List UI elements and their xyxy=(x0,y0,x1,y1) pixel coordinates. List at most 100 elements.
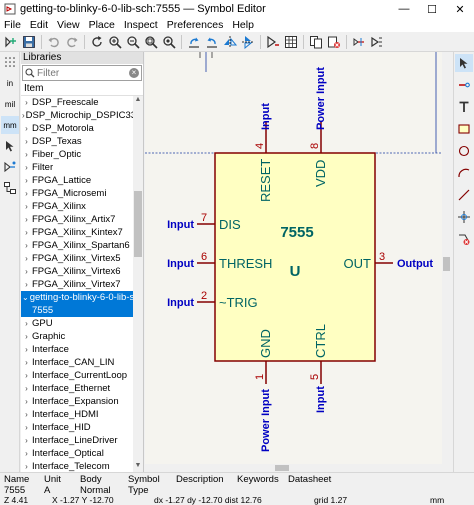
chevron-right-icon[interactable]: › xyxy=(22,330,31,343)
chevron-right-icon[interactable]: › xyxy=(22,109,25,122)
mirror-horizontal-button[interactable] xyxy=(221,33,239,51)
library-tree-item[interactable]: › Interface_CurrentLoop xyxy=(21,369,133,382)
library-tree-item[interactable]: › FPGA_Xilinx_Virtex7 xyxy=(21,278,133,291)
chevron-right-icon[interactable]: › xyxy=(22,148,31,161)
chevron-right-icon[interactable]: › xyxy=(22,161,31,174)
filter-input[interactable] xyxy=(37,67,125,79)
zoom-out-button[interactable] xyxy=(124,33,142,51)
chevron-right-icon[interactable]: › xyxy=(22,265,31,278)
zoom-in-button[interactable] xyxy=(106,33,124,51)
scrollbar-thumb[interactable] xyxy=(134,191,142,257)
zoom-selection-button[interactable] xyxy=(160,33,178,51)
library-tree-item[interactable]: › DSP_Freescale xyxy=(21,96,133,109)
add-text-button[interactable] xyxy=(455,98,473,116)
add-pin-button[interactable] xyxy=(455,76,473,94)
library-tree-item[interactable]: › FPGA_Xilinx_Spartan6 xyxy=(21,239,133,252)
add-arc-button[interactable] xyxy=(455,164,473,182)
library-tree-item[interactable]: › FPGA_Xilinx_Virtex5 xyxy=(21,252,133,265)
library-tree-item[interactable]: › FPGA_Xilinx_Artix7 xyxy=(21,213,133,226)
close-button[interactable]: ✕ xyxy=(446,0,474,18)
menu-edit[interactable]: Edit xyxy=(26,18,53,32)
chevron-right-icon[interactable]: › xyxy=(22,278,31,291)
library-tree-item[interactable]: › Interface_HDMI xyxy=(21,408,133,421)
menu-place[interactable]: Place xyxy=(85,18,120,32)
delete-tool-button[interactable] xyxy=(455,230,473,248)
save-button[interactable] xyxy=(20,33,38,51)
library-tree-item[interactable]: › Interface_Telecom xyxy=(21,460,133,472)
library-tree-item[interactable]: › DSP_Microchip_DSPIC33 xyxy=(21,109,133,122)
full-crosshair-button[interactable] xyxy=(1,137,19,155)
symbol-value-field[interactable]: 7555 xyxy=(280,224,313,241)
canvas-vertical-scrollbar[interactable] xyxy=(442,52,451,464)
chevron-right-icon[interactable]: › xyxy=(22,460,31,472)
chevron-right-icon[interactable]: › xyxy=(22,382,31,395)
library-tree-item[interactable]: › Interface_Ethernet xyxy=(21,382,133,395)
mirror-vertical-button[interactable] xyxy=(239,33,257,51)
select-tool-button[interactable] xyxy=(455,54,473,72)
symbol-canvas[interactable]: 7555 U 4 RESET Input 8 VDD Power Input 7… xyxy=(145,52,451,464)
library-tree-item[interactable]: › Interface_Expansion xyxy=(21,395,133,408)
add-line-button[interactable] xyxy=(455,186,473,204)
rotate-ccw-button[interactable] xyxy=(185,33,203,51)
chevron-right-icon[interactable]: › xyxy=(22,434,31,447)
menu-file[interactable]: File xyxy=(0,18,26,32)
library-tree-item[interactable]: › Interface_Optical xyxy=(21,447,133,460)
chevron-right-icon[interactable]: › xyxy=(22,356,31,369)
chevron-right-icon[interactable]: › xyxy=(22,239,31,252)
new-symbol-button[interactable] xyxy=(2,33,20,51)
library-tree-item[interactable]: › DSP_Texas xyxy=(21,135,133,148)
library-tree-item[interactable]: ⌄ getting-to-blinky-6-0-lib-sch xyxy=(21,291,133,304)
rotate-cw-button[interactable] xyxy=(203,33,221,51)
compare-button[interactable] xyxy=(307,33,325,51)
menu-inspect[interactable]: Inspect xyxy=(120,18,163,32)
library-tree-item[interactable]: › FPGA_Microsemi xyxy=(21,187,133,200)
library-tree-item[interactable]: › FPGA_Lattice xyxy=(21,174,133,187)
library-tree-item[interactable]: › Fiber_Optic xyxy=(21,148,133,161)
chevron-right-icon[interactable]: › xyxy=(22,408,31,421)
chevron-right-icon[interactable]: › xyxy=(22,395,31,408)
show-pin-table-button[interactable] xyxy=(1,158,19,176)
scrollbar-thumb[interactable] xyxy=(275,465,289,471)
library-tree-item[interactable]: › FPGA_Xilinx xyxy=(21,200,133,213)
pin-table-button[interactable] xyxy=(282,33,300,51)
chevron-right-icon[interactable]: › xyxy=(22,187,31,200)
chevron-right-icon[interactable]: › xyxy=(22,447,31,460)
scrollbar-thumb[interactable] xyxy=(443,257,450,271)
library-tree-item[interactable]: › Interface_CAN_LIN xyxy=(21,356,133,369)
scroll-down-icon[interactable]: ▼ xyxy=(133,462,143,472)
library-tree-item[interactable]: › Interface_HID xyxy=(21,421,133,434)
menu-preferences[interactable]: Preferences xyxy=(163,18,229,32)
chevron-right-icon[interactable]: › xyxy=(22,96,31,109)
library-tree-scrollbar[interactable]: ▲ ▼ xyxy=(133,96,143,472)
set-anchor-button[interactable] xyxy=(455,208,473,226)
library-tree-item[interactable]: › GPU xyxy=(21,317,133,330)
show-libraries-button[interactable] xyxy=(1,179,19,197)
refresh-button[interactable] xyxy=(88,33,106,51)
scroll-up-icon[interactable]: ▲ xyxy=(133,96,143,106)
column-header-item[interactable]: Item xyxy=(21,82,143,96)
chevron-right-icon[interactable]: › xyxy=(22,122,31,135)
units-mm-button[interactable]: mm xyxy=(1,116,19,134)
chevron-down-icon[interactable]: ⌄ xyxy=(22,291,29,304)
menu-help[interactable]: Help xyxy=(228,18,259,32)
library-tree-item[interactable]: › FPGA_Xilinx_Kintex7 xyxy=(21,226,133,239)
chevron-right-icon[interactable]: › xyxy=(22,135,31,148)
library-tree-item[interactable]: › DSP_Motorola xyxy=(21,122,133,135)
units-inches-button[interactable]: in xyxy=(1,74,19,92)
library-tree-item[interactable]: › Filter xyxy=(21,161,133,174)
symbol-reference-field[interactable]: U xyxy=(290,263,301,280)
undo-button[interactable] xyxy=(45,33,63,51)
chevron-right-icon[interactable]: › xyxy=(22,213,31,226)
chevron-right-icon[interactable]: › xyxy=(22,369,31,382)
show-electrical-types-button[interactable] xyxy=(350,33,368,51)
menu-view[interactable]: View xyxy=(53,18,85,32)
chevron-right-icon[interactable]: › xyxy=(22,252,31,265)
maximize-button[interactable]: ☐ xyxy=(418,0,446,18)
clear-filter-icon[interactable]: × xyxy=(129,68,139,78)
chevron-right-icon[interactable]: › xyxy=(22,421,31,434)
chevron-right-icon[interactable]: › xyxy=(22,226,31,239)
units-mils-button[interactable]: mil xyxy=(1,95,19,113)
tree-child-item[interactable]: 7555 xyxy=(21,304,133,317)
add-circle-button[interactable] xyxy=(455,142,473,160)
library-tree-item[interactable]: › Interface_LineDriver xyxy=(21,434,133,447)
